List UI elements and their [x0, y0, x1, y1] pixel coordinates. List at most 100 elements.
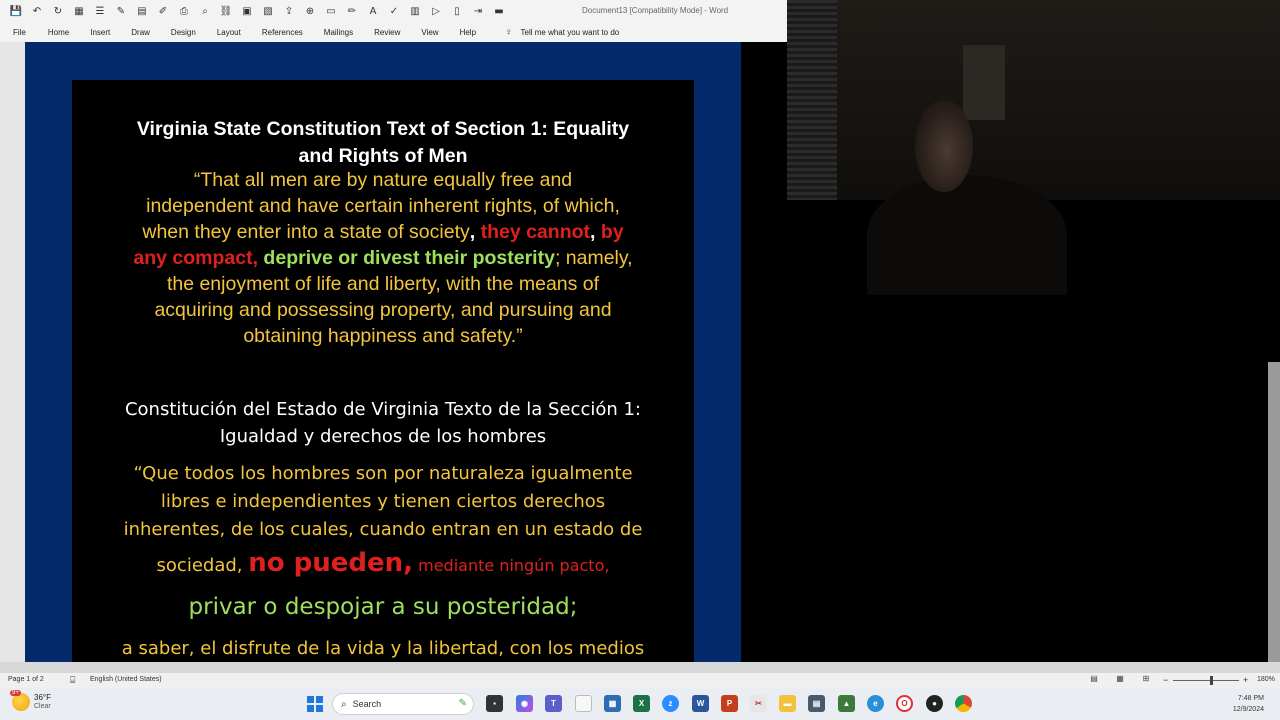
layout-icon[interactable]: ▣ [239, 4, 255, 20]
share-icon[interactable]: ⇪ [281, 4, 297, 20]
search-highlight-icon: ✎ [458, 698, 467, 709]
print-icon[interactable]: ⎙ [176, 4, 192, 20]
tell-me-search[interactable]: ♀ Tell me what you want to do [505, 27, 619, 38]
spanish-quote-line: inherentes, de los cuales, cuando entran… [123, 519, 643, 540]
system-clock[interactable]: 7:48 PM 12/9/2024 [1220, 693, 1264, 715]
spanish-quote-line: sociedad, no pueden, mediante ningún pac… [156, 548, 610, 578]
menu-references[interactable]: References [262, 28, 303, 37]
background-wall [837, 0, 1280, 200]
menu-home[interactable]: Home [48, 28, 69, 37]
snipping-tool-icon[interactable]: ✂ [750, 695, 767, 712]
taskbar-search[interactable]: ⌕ Search ✎ [332, 693, 474, 715]
moon-weather-icon: 9+ [10, 690, 30, 711]
english-quote-line: the enjoyment of life and liberty, with … [166, 273, 600, 295]
spanish-quote: “Que todos los hombres son por naturalez… [72, 460, 694, 544]
read-mode-icon[interactable]: ▤ [1088, 674, 1100, 686]
windows-taskbar: 9+ 36°F Clear ⌕ Search ✎ ▪ ◉ T ▦ X z W P… [0, 688, 1280, 720]
comment-icon[interactable]: ▭ [323, 4, 339, 20]
opera-icon[interactable]: O [896, 695, 913, 712]
folder-icon[interactable]: ▬ [491, 4, 507, 20]
zoom-slider[interactable] [1173, 680, 1239, 681]
start-button[interactable] [307, 696, 323, 712]
menu-draw[interactable]: Draw [131, 28, 150, 37]
menu-help[interactable]: Help [460, 28, 476, 37]
zoom-icon[interactable]: ⊕ [302, 4, 318, 20]
english-title-line: Virginia State Constitution Text of Sect… [136, 118, 630, 140]
english-title: Virginia State Constitution Text of Sect… [72, 116, 694, 170]
proofing-icon[interactable]: ⌸ [70, 675, 75, 686]
english-quote-line: “That all men are by nature equally free… [193, 169, 573, 191]
tell-me-label: Tell me what you want to do [520, 28, 620, 37]
zoom-slider-thumb[interactable] [1210, 676, 1213, 685]
file-icon[interactable] [575, 695, 592, 712]
windows-logo-icon [307, 696, 314, 703]
clock-time: 7:48 PM [1237, 695, 1264, 702]
undo-icon[interactable]: ↶ [29, 4, 45, 20]
web-layout-icon[interactable]: ⊞ [1140, 674, 1152, 686]
edge-icon[interactable]: e [867, 695, 884, 712]
link-icon[interactable]: ⛓ [218, 4, 234, 20]
menu-insert[interactable]: Insert [90, 28, 110, 37]
powerpoint-icon[interactable]: P [721, 695, 738, 712]
play-icon[interactable]: ▷ [428, 4, 444, 20]
webcam-feed [787, 0, 1280, 662]
font-size-icon[interactable]: A [365, 4, 381, 20]
copilot-icon[interactable]: ◉ [516, 695, 533, 712]
redo-icon[interactable]: ↻ [50, 4, 66, 20]
teams-icon[interactable]: T [545, 695, 562, 712]
notes-icon[interactable]: ▤ [808, 695, 825, 712]
window-blinds [787, 0, 837, 200]
find-icon[interactable]: ⌕ [197, 4, 213, 20]
menu-view[interactable]: View [421, 28, 438, 37]
photos-icon[interactable]: ▲ [838, 695, 855, 712]
pasted-slide-image: Virginia State Constitution Text of Sect… [72, 80, 694, 662]
spanish-title-line: Constitución del Estado de Virginia Text… [124, 399, 642, 420]
file-explorer-icon[interactable]: ▬ [779, 695, 796, 712]
zoom-app-icon[interactable]: z [662, 695, 679, 712]
table-icon[interactable]: ▦ [71, 4, 87, 20]
search-placeholder: Search [352, 699, 382, 709]
pen-icon[interactable]: ✐ [155, 4, 171, 20]
page-count[interactable]: Page 1 of 2 [8, 676, 44, 683]
zoom-level[interactable]: 180% [1257, 676, 1275, 683]
image-icon[interactable]: ▧ [260, 4, 276, 20]
excel-icon[interactable]: X [633, 695, 650, 712]
menu-layout[interactable]: Layout [217, 28, 241, 37]
format-icon[interactable]: ▤ [134, 4, 150, 20]
menu-file[interactable]: File [13, 28, 26, 37]
export-icon[interactable]: ⇥ [470, 4, 486, 20]
draw-icon[interactable]: ✏ [344, 4, 360, 20]
chrome-icon[interactable] [955, 695, 972, 712]
spanish-title-line: Igualdad y derechos de los hombres [219, 426, 547, 447]
bullets-icon[interactable]: ☰ [92, 4, 108, 20]
weather-temperature: 36°F [34, 693, 51, 702]
edit-icon[interactable]: ✎ [113, 4, 129, 20]
obs-icon[interactable]: ● [926, 695, 943, 712]
english-quote-line: any compact, deprive or divest their pos… [133, 247, 633, 269]
check-icon[interactable]: ✓ [386, 4, 402, 20]
word-app-icon[interactable]: W [692, 695, 709, 712]
search-icon: ⌕ [341, 698, 347, 710]
weather-widget[interactable]: 9+ 36°F Clear [10, 690, 51, 711]
chart-icon[interactable]: ▥ [407, 4, 423, 20]
presenter-face [915, 100, 973, 192]
document-area[interactable]: Virginia State Constitution Text of Sect… [0, 42, 787, 662]
save-icon[interactable]: 💾 [8, 4, 24, 20]
menu-review[interactable]: Review [374, 28, 400, 37]
clock-date: 12/9/2024 [1232, 706, 1264, 713]
task-view-icon[interactable]: ▪ [486, 695, 503, 712]
document-page[interactable]: Virginia State Constitution Text of Sect… [25, 42, 741, 662]
english-title-line: and Rights of Men [298, 145, 468, 167]
print-layout-icon[interactable]: ▦ [1114, 674, 1126, 686]
zoom-in-button[interactable]: + [1243, 675, 1248, 685]
english-quote-line: independent and have certain inherent ri… [146, 195, 620, 217]
zoom-out-button[interactable]: − [1163, 675, 1168, 685]
panel-icon[interactable]: ▯ [449, 4, 465, 20]
scrollbar-strip[interactable] [1268, 362, 1280, 662]
store-icon[interactable]: ▦ [604, 695, 621, 712]
language-indicator[interactable]: English (United States) [90, 676, 162, 683]
english-quote: “That all men are by nature equally free… [72, 167, 694, 349]
menu-design[interactable]: Design [171, 28, 196, 37]
menu-mailings[interactable]: Mailings [324, 28, 353, 37]
ribbon-menu-bar: File Home Insert Draw Design Layout Refe… [0, 23, 787, 42]
